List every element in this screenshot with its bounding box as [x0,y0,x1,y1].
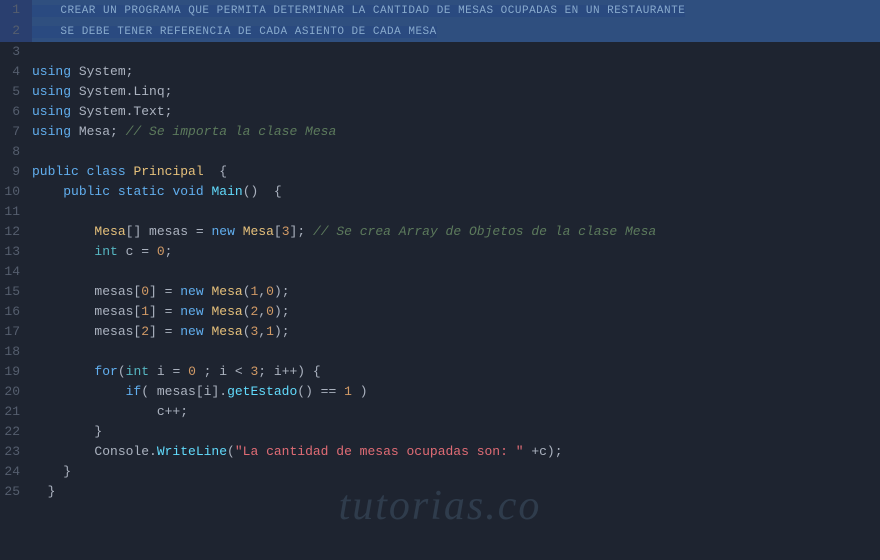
line-11: 11 [0,202,880,222]
line-content-2: SE DEBE TENER REFERENCIA DE CADA ASIENTO… [32,21,880,42]
line-number-17: 17 [0,322,32,342]
line-5: 5 using System.Linq; [0,82,880,102]
line-19: 19 for(int i = 0 ; i < 3; i++) { [0,362,880,382]
line-content-21: c++; [32,402,880,422]
line-number-23: 23 [0,442,32,462]
line-3: 3 [0,42,880,62]
line-number-14: 14 [0,262,32,282]
line-content-19: for(int i = 0 ; i < 3; i++) { [32,362,880,382]
line-content-4: using System; [32,62,880,82]
line-number-8: 8 [0,142,32,162]
line-content-1: CREAR UN PROGRAMA QUE PERMITA DETERMINAR… [32,0,880,21]
line-23: 23 Console.WriteLine("La cantidad de mes… [0,442,880,462]
line-content-22: } [32,422,880,442]
line-number-24: 24 [0,462,32,482]
line-10: 10 public static void Main() { [0,182,880,202]
line-1: 1 CREAR UN PROGRAMA QUE PERMITA DETERMIN… [0,0,880,21]
line-number-21: 21 [0,402,32,422]
line-number-12: 12 [0,222,32,242]
line-number-2: 2 [0,21,32,41]
line-number-10: 10 [0,182,32,202]
line-7: 7 using Mesa; // Se importa la clase Mes… [0,122,880,142]
line-15: 15 mesas[0] = new Mesa(1,0); [0,282,880,302]
line-content-6: using System.Text; [32,102,880,122]
line-number-16: 16 [0,302,32,322]
line-content-25: } [32,482,880,502]
line-content-17: mesas[2] = new Mesa(3,1); [32,322,880,342]
line-number-5: 5 [0,82,32,102]
line-22: 22 } [0,422,880,442]
code-editor: 1 CREAR UN PROGRAMA QUE PERMITA DETERMIN… [0,0,880,560]
line-17: 17 mesas[2] = new Mesa(3,1); [0,322,880,342]
line-number-4: 4 [0,62,32,82]
line-content-20: if( mesas[i].getEstado() == 1 ) [32,382,880,402]
line-25: 25 } [0,482,880,502]
line-8: 8 [0,142,880,162]
line-number-1: 1 [0,0,32,20]
line-number-7: 7 [0,122,32,142]
line-4: 4 using System; [0,62,880,82]
line-12: 12 Mesa[] mesas = new Mesa[3]; // Se cre… [0,222,880,242]
line-content-10: public static void Main() { [32,182,880,202]
line-content-16: mesas[1] = new Mesa(2,0); [32,302,880,322]
line-content-13: int c = 0; [32,242,880,262]
line-content-15: mesas[0] = new Mesa(1,0); [32,282,880,302]
line-14: 14 [0,262,880,282]
line-21: 21 c++; [0,402,880,422]
line-13: 13 int c = 0; [0,242,880,262]
line-content-9: public class Principal { [32,162,880,182]
line-number-11: 11 [0,202,32,222]
line-number-19: 19 [0,362,32,382]
line-18: 18 [0,342,880,362]
line-20: 20 if( mesas[i].getEstado() == 1 ) [0,382,880,402]
line-content-24: } [32,462,880,482]
line-number-9: 9 [0,162,32,182]
line-content-7: using Mesa; // Se importa la clase Mesa [32,122,880,142]
line-number-3: 3 [0,42,32,62]
line-number-25: 25 [0,482,32,502]
line-number-13: 13 [0,242,32,262]
code-lines: 1 CREAR UN PROGRAMA QUE PERMITA DETERMIN… [0,0,880,502]
line-number-18: 18 [0,342,32,362]
line-16: 16 mesas[1] = new Mesa(2,0); [0,302,880,322]
line-number-20: 20 [0,382,32,402]
line-24: 24 } [0,462,880,482]
line-number-15: 15 [0,282,32,302]
line-content-12: Mesa[] mesas = new Mesa[3]; // Se crea A… [32,222,880,242]
line-number-6: 6 [0,102,32,122]
line-content-23: Console.WriteLine("La cantidad de mesas … [32,442,880,462]
line-content-5: using System.Linq; [32,82,880,102]
line-6: 6 using System.Text; [0,102,880,122]
line-9: 9 public class Principal { [0,162,880,182]
line-number-22: 22 [0,422,32,442]
line-2: 2 SE DEBE TENER REFERENCIA DE CADA ASIEN… [0,21,880,42]
